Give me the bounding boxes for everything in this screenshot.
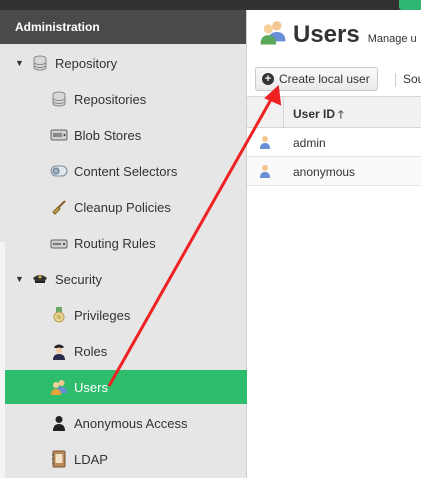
sidebar-item-label: Blob Stores [74, 127, 142, 143]
address-book-icon [50, 450, 68, 468]
database-icon [50, 90, 68, 108]
sidebar-item-label: Repository [55, 55, 118, 71]
sidebar-item-repository[interactable]: ▼ Repository [5, 46, 247, 80]
users-table: User ID 🡑 admin anonymous [247, 96, 421, 186]
users-icon [259, 18, 287, 51]
sidebar-item-ldap[interactable]: LDAP [5, 442, 247, 476]
sidebar-item-label: LDAP [74, 451, 108, 467]
sidebar-item-roles[interactable]: Roles [5, 334, 247, 368]
plus-circle-icon: + [262, 73, 274, 85]
create-local-user-button[interactable]: + Create local user [255, 67, 378, 91]
sidebar-item-label: Users [74, 379, 108, 395]
user-id-cell: admin [293, 136, 326, 150]
admin-sidebar: Administration ▼ Repository Repositories… [0, 10, 247, 478]
create-local-user-label: Create local user [279, 72, 370, 86]
toolbar: + Create local user Sou [247, 64, 421, 94]
database-icon [31, 54, 49, 72]
router-icon [50, 234, 68, 252]
sidebar-header: Administration [0, 10, 246, 44]
sidebar-item-label: Content Selectors [74, 163, 178, 179]
sidebar-item-label: Anonymous Access [74, 415, 188, 431]
user-icon [259, 135, 271, 152]
sidebar-item-label: Security [55, 271, 102, 287]
sidebar-item-cleanup-policies[interactable]: Cleanup Policies [5, 190, 247, 224]
caret-down-icon[interactable]: ▼ [15, 274, 27, 284]
sidebar-item-label: Cleanup Policies [74, 199, 171, 215]
sidebar-item-repositories[interactable]: Repositories [5, 82, 247, 116]
table-header: User ID 🡑 [247, 96, 421, 128]
top-bar-accent [399, 0, 421, 10]
page-subtitle: Manage u [367, 32, 417, 45]
sidebar-item-routing-rules[interactable]: Routing Rules [5, 226, 247, 260]
users-panel: Users Manage u + Create local user Sou U… [247, 10, 421, 478]
police-officer-icon [50, 342, 68, 360]
sidebar-item-label: Routing Rules [74, 235, 156, 251]
table-row[interactable]: admin [247, 128, 421, 157]
content-selector-icon [50, 162, 68, 180]
server-drive-icon [50, 126, 68, 144]
sidebar-item-label: Privileges [74, 307, 131, 323]
table-row[interactable]: anonymous [247, 157, 421, 186]
sidebar-item-label: Repositories [74, 91, 147, 107]
sidebar-item-label: Roles [74, 343, 108, 359]
toolbar-divider [395, 73, 396, 87]
sidebar-item-privileges[interactable]: Privileges [5, 298, 247, 332]
user-silhouette-icon [50, 414, 68, 432]
page-title: Users [293, 20, 360, 48]
caret-down-icon[interactable]: ▼ [15, 58, 27, 68]
sidebar-item-security[interactable]: ▼ Security [5, 262, 247, 296]
source-dropdown[interactable]: Sou [403, 72, 421, 86]
sidebar-item-users[interactable]: Users [5, 370, 247, 404]
sidebar-item-blob-stores[interactable]: Blob Stores [5, 118, 247, 152]
users-icon [50, 378, 68, 396]
sort-ascending-icon: 🡑 [338, 109, 344, 121]
top-bar [0, 0, 421, 10]
user-id-cell: anonymous [293, 165, 356, 179]
sidebar-item-content-selectors[interactable]: Content Selectors [5, 154, 247, 188]
sidebar-item-anonymous-access[interactable]: Anonymous Access [5, 406, 247, 440]
column-header-user-id[interactable]: User ID 🡑 [293, 106, 344, 125]
medal-icon [50, 306, 68, 324]
user-icon [259, 164, 271, 181]
police-hat-icon [31, 270, 49, 288]
page-header: Users Manage u [259, 18, 417, 51]
broom-icon [50, 198, 68, 216]
